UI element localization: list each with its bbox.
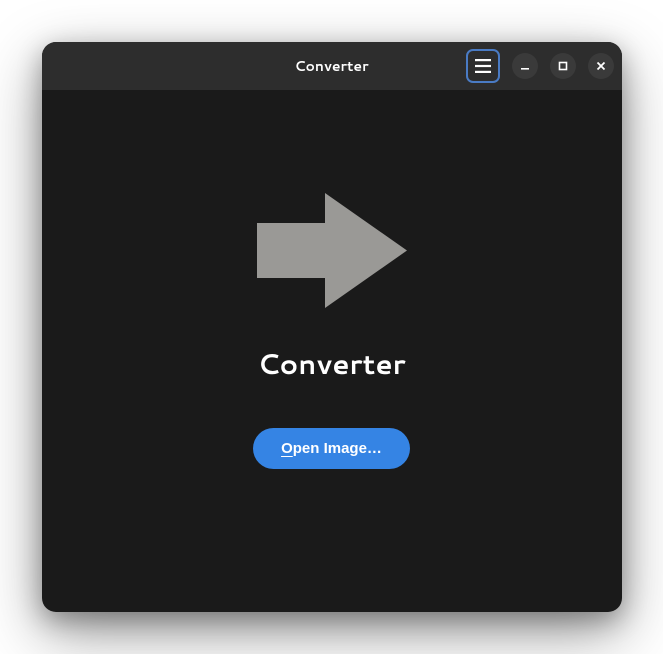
close-button[interactable] bbox=[588, 53, 614, 79]
arrow-right-icon bbox=[257, 193, 407, 308]
window-controls bbox=[466, 49, 614, 83]
app-name-heading: Converter bbox=[257, 344, 405, 384]
hamburger-icon bbox=[475, 59, 491, 73]
open-button-mnemonic: O bbox=[281, 440, 293, 457]
open-image-button[interactable]: Open Image… bbox=[253, 428, 410, 469]
hamburger-menu-button[interactable] bbox=[466, 49, 500, 83]
maximize-icon bbox=[558, 61, 568, 71]
app-window: Converter bbox=[42, 42, 622, 612]
minimize-button[interactable] bbox=[512, 53, 538, 79]
maximize-button[interactable] bbox=[550, 53, 576, 79]
close-icon bbox=[596, 61, 606, 71]
welcome-screen: Converter Open Image… bbox=[42, 90, 622, 612]
minimize-icon bbox=[520, 61, 530, 71]
open-button-text: pen Image… bbox=[293, 440, 382, 457]
titlebar: Converter bbox=[42, 42, 622, 90]
